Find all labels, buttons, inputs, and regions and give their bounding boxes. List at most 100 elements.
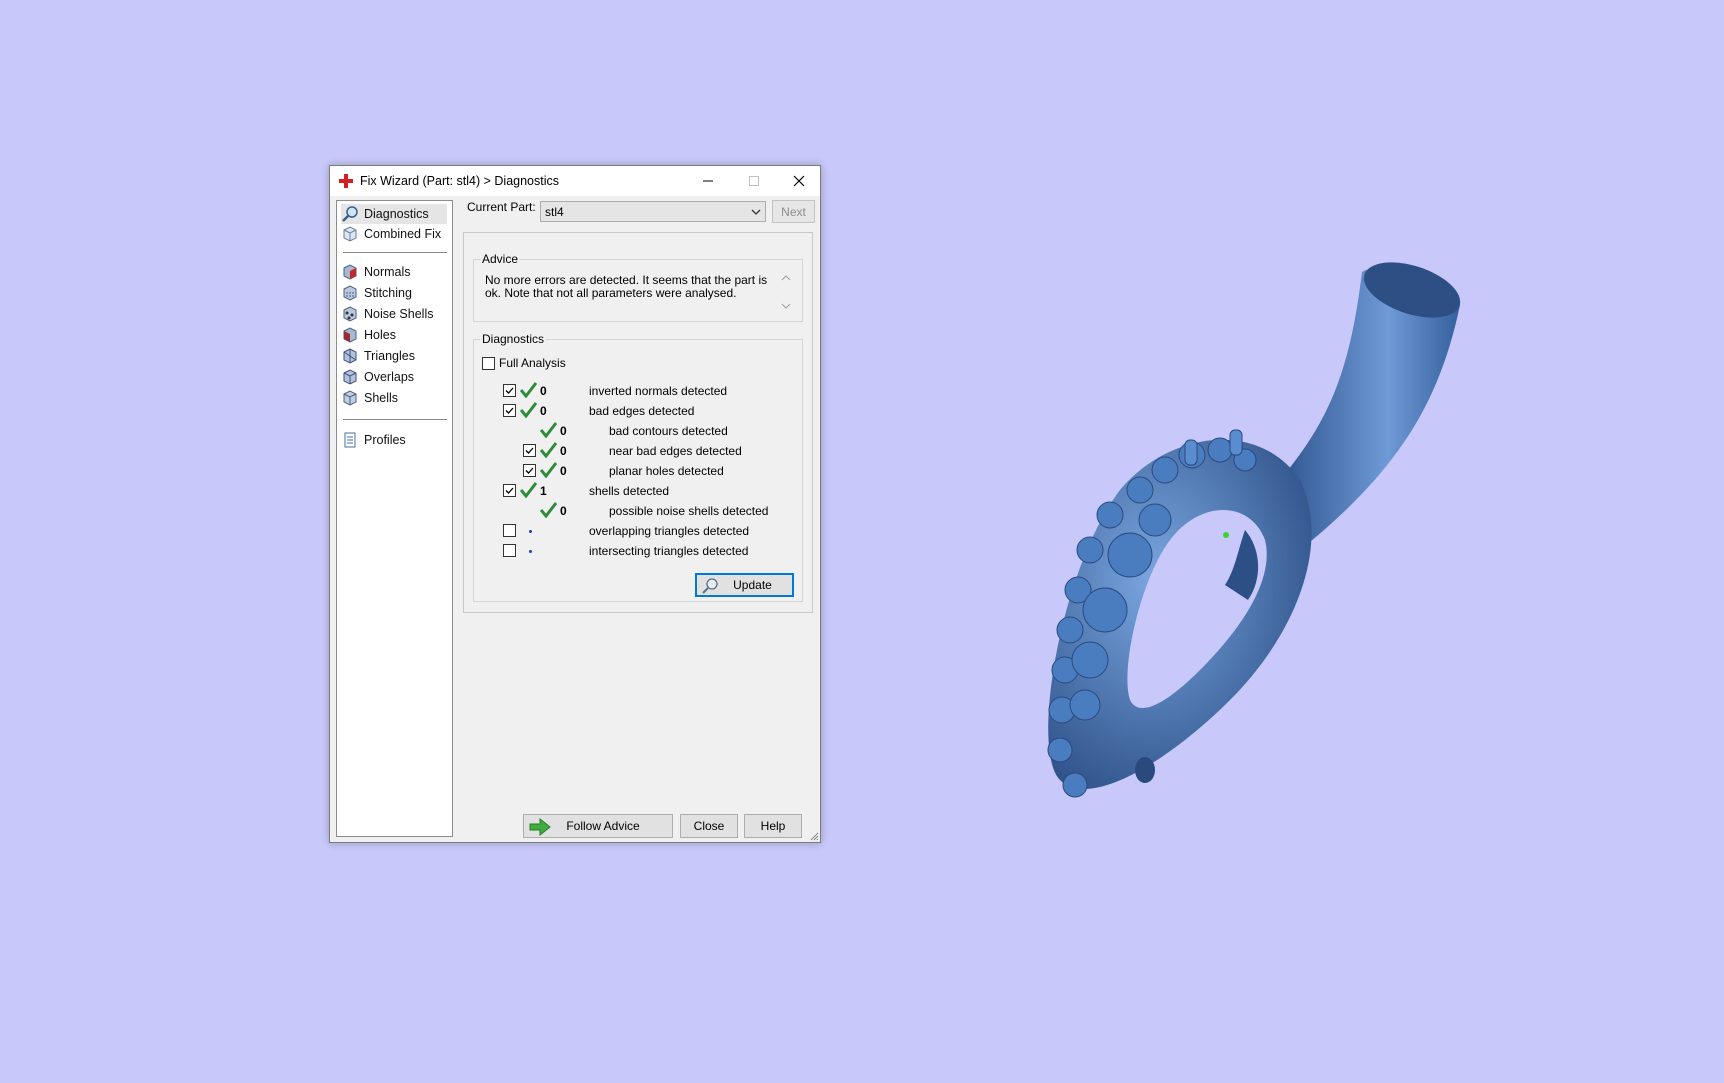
resize-grip-icon[interactable] (809, 831, 819, 841)
row-label: near bad edges detected (609, 444, 742, 458)
row-label: shells detected (589, 484, 670, 498)
checkbox-tick-icon (505, 407, 514, 414)
green-check-icon (540, 502, 557, 518)
stitching-cube-icon (343, 285, 357, 301)
current-part-select[interactable]: stl4 (540, 201, 766, 222)
current-part-value: stl4 (545, 205, 564, 219)
row-checkbox[interactable] (503, 484, 516, 497)
triangles-cube-icon (343, 348, 357, 364)
sidebar-item-noise-shells[interactable]: Noise Shells (341, 304, 447, 324)
close-icon (793, 175, 805, 187)
window-title: Fix Wizard (Part: stl4) > Diagnostics (360, 174, 560, 188)
ring-model-3d[interactable] (1000, 250, 1500, 820)
scroll-down-icon (781, 303, 791, 309)
diagnostic-row-noise-shells: 0 possible noise shells detected (474, 502, 794, 520)
green-check-icon (540, 462, 557, 478)
diagnostic-row-near-bad-edges: 0 near bad edges detected (474, 442, 794, 460)
update-button[interactable]: Update (695, 573, 794, 597)
overlaps-cube-icon (343, 369, 357, 385)
magnifier-icon (342, 206, 358, 222)
diagnostic-row-intersecting-triangles: intersecting triangles detected (474, 542, 794, 560)
magnifier-icon (702, 578, 718, 594)
sidebar-divider (343, 252, 447, 253)
full-analysis-checkbox[interactable] (482, 357, 495, 370)
green-check-icon (540, 422, 557, 438)
row-count: 0 (560, 504, 567, 518)
sidebar-item-combined-fix[interactable]: Combined Fix (341, 224, 447, 244)
sidebar-item-label: Combined Fix (364, 227, 442, 241)
checkbox-tick-icon (525, 467, 534, 474)
sidebar-item-profiles[interactable]: Profiles (341, 430, 447, 450)
checkbox-tick-icon (505, 487, 514, 494)
main-panel: Advice No more errors are detected. It s… (463, 232, 813, 613)
cube-icon (343, 226, 357, 242)
row-label: overlapping triangles detected (589, 524, 750, 538)
diagnostics-group: Diagnostics Full Analysis 0 inverted nor… (473, 332, 803, 602)
sidebar-item-label: Normals (364, 265, 411, 279)
maximize-icon (749, 176, 759, 186)
red-cross-icon (339, 174, 353, 188)
minimize-icon (703, 180, 713, 182)
pending-dot-icon (529, 550, 532, 553)
holes-cube-icon (343, 327, 357, 343)
row-label: planar holes detected (609, 464, 724, 478)
diagnostic-row-overlapping-triangles: overlapping triangles detected (474, 522, 794, 540)
sidebar-item-diagnostics[interactable]: Diagnostics (341, 204, 447, 224)
green-check-icon (520, 482, 537, 498)
sidebar-item-overlaps[interactable]: Overlaps (341, 367, 447, 387)
row-label: possible noise shells detected (609, 504, 769, 518)
row-checkbox[interactable] (503, 404, 516, 417)
advice-group: Advice No more errors are detected. It s… (473, 252, 803, 322)
sidebar-item-label: Holes (364, 328, 396, 342)
help-button[interactable]: Help (744, 814, 802, 838)
shells-cube-icon (343, 390, 357, 406)
sidebar-item-label: Triangles (364, 349, 415, 363)
row-count: 0 (540, 404, 547, 418)
row-label: intersecting triangles detected (589, 544, 749, 558)
close-button[interactable]: Close (680, 814, 738, 838)
title-bar[interactable]: Fix Wizard (Part: stl4) > Diagnostics (330, 166, 820, 196)
diagnostic-row-shells: 1 shells detected (474, 482, 794, 500)
sidebar-item-stitching[interactable]: Stitching (341, 283, 447, 303)
row-checkbox[interactable] (523, 464, 536, 477)
green-check-icon (540, 442, 557, 458)
sidebar: Diagnostics Combined Fix Normals Stitchi… (336, 200, 453, 837)
sidebar-item-normals[interactable]: Normals (341, 262, 447, 282)
maximize-button[interactable] (731, 166, 777, 196)
row-count: 0 (560, 424, 567, 438)
noise-shells-icon (343, 306, 357, 322)
sidebar-item-label: Profiles (364, 433, 406, 447)
advice-text: No more errors are detected. It seems th… (485, 273, 768, 300)
diagnostic-row-bad-contours: 0 bad contours detected (474, 422, 794, 440)
row-count: 0 (540, 384, 547, 398)
checkbox-tick-icon (505, 387, 514, 394)
row-checkbox[interactable] (503, 384, 516, 397)
row-checkbox[interactable] (503, 524, 516, 537)
row-label: bad contours detected (609, 424, 728, 438)
diagnostic-row-planar-holes: 0 planar holes detected (474, 462, 794, 480)
row-label: bad edges detected (589, 404, 695, 418)
green-check-icon (520, 382, 537, 398)
next-button[interactable]: Next (772, 200, 815, 223)
checkbox-tick-icon (525, 447, 534, 454)
close-window-button[interactable] (776, 166, 822, 196)
normals-cube-icon (343, 264, 357, 280)
row-checkbox[interactable] (503, 544, 516, 557)
fix-wizard-window: Fix Wizard (Part: stl4) > Diagnostics Di… (329, 165, 821, 843)
follow-advice-button[interactable]: Follow Advice (523, 814, 673, 838)
minimize-button[interactable] (685, 166, 731, 196)
scroll-up-icon (781, 275, 791, 281)
advice-scrollbar[interactable] (779, 271, 793, 315)
sidebar-item-label: Stitching (364, 286, 412, 300)
green-arrow-icon (529, 818, 551, 836)
advice-title: Advice (480, 252, 521, 266)
sidebar-item-holes[interactable]: Holes (341, 325, 447, 345)
diagnostic-row-bad-edges: 0 bad edges detected (474, 402, 794, 420)
sidebar-item-shells[interactable]: Shells (341, 388, 447, 408)
current-part-label: Current Part: (467, 200, 536, 214)
sidebar-item-label: Overlaps (364, 370, 415, 384)
row-checkbox[interactable] (523, 444, 536, 457)
diagnostic-row-inverted-normals: 0 inverted normals detected (474, 382, 794, 400)
sidebar-divider (343, 419, 447, 420)
sidebar-item-triangles[interactable]: Triangles (341, 346, 447, 366)
